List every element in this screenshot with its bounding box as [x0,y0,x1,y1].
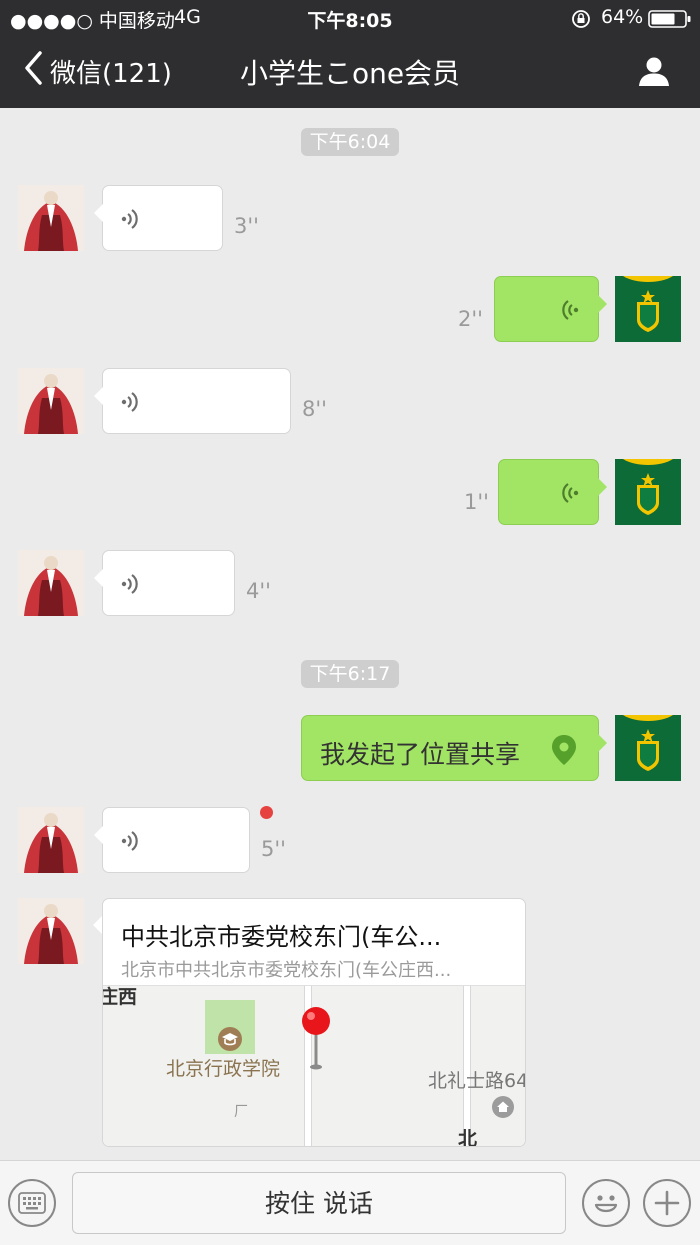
map-road-label: 庄西 [102,986,138,1008]
voice-wave-icon [121,206,139,236]
top-bar: ●●●●○ 中国移动 4G 下午8:05 64% 微信(121) 小学生こone… [0,0,700,108]
location-title: 中共北京市委党校东门(车公... [121,923,442,951]
avatar-received[interactable] [18,550,84,616]
map-marker-pin-icon [300,1006,332,1076]
school-icon [217,1026,243,1056]
voice-message[interactable] [94,807,250,873]
avatar-received[interactable] [18,898,84,964]
voice-message[interactable] [94,368,291,434]
voice-message[interactable] [94,185,223,251]
voice-wave-icon [121,828,139,858]
clock: 下午8:05 [307,10,393,32]
keyboard-icon [18,1192,46,1214]
location-share-text: 我发起了位置共享 [320,740,521,769]
avatar-self[interactable] [615,276,681,342]
map-poi-label: 北京行政学院 [166,1058,281,1080]
unread-dot [260,806,273,819]
voice-duration: 8'' [302,397,327,421]
voice-duration: 2'' [458,307,483,331]
voice-duration: 4'' [246,579,271,603]
timestamp-label: 下午6:04 [300,128,400,156]
map-road-label: 北 [458,1128,478,1147]
emoji-button[interactable] [582,1179,630,1227]
map-small-label: 厂 [234,1104,248,1120]
hold-to-talk-button[interactable]: 按住 说话 [72,1172,566,1234]
voice-message-sent[interactable] [498,459,607,525]
avatar-received[interactable] [18,185,84,251]
voice-duration: 3'' [234,214,259,238]
avatar-received[interactable] [18,368,84,434]
voice-wave-icon [561,480,579,510]
home-icon [491,1095,515,1123]
avatar-self[interactable] [615,715,681,781]
voice-duration: 5'' [261,837,286,861]
emoji-icon [594,1195,618,1213]
avatar-self[interactable] [615,459,681,525]
voice-wave-icon [121,571,139,601]
voice-message[interactable] [94,550,235,616]
avatar-received[interactable] [18,807,84,873]
timestamp-divider: 下午6:04 [0,127,700,156]
battery-icon [648,9,692,33]
timestamp-divider: 下午6:17 [0,659,700,688]
location-share-message[interactable]: 我发起了位置共享 [301,715,607,781]
person-icon[interactable] [638,55,670,91]
location-pin-icon [550,734,578,770]
rotation-lock-icon [571,9,591,33]
location-card[interactable]: 中共北京市委党校东门(车公... 北京市中共北京市委党校东门(车公庄西... 庄… [102,898,526,1147]
voice-wave-icon [121,389,139,419]
voice-wave-icon [561,297,579,327]
input-bar: 按住 说话 [0,1160,700,1245]
map-preview[interactable]: 庄西 北京行政学院 北礼士路64 厂 北 [102,985,526,1147]
plus-icon [654,1190,680,1216]
battery-percent: 64% [601,6,644,28]
voice-message-sent[interactable] [494,276,607,342]
voice-duration: 1'' [464,490,489,514]
timestamp-label: 下午6:17 [300,660,400,688]
map-road-label: 北礼士路64 [428,1070,526,1092]
chat-title: 小学生こone会员 [239,57,461,90]
location-address: 北京市中共北京市委党校东门(车公庄西... [121,960,452,981]
more-button[interactable] [643,1179,691,1227]
keyboard-button[interactable] [8,1179,56,1227]
